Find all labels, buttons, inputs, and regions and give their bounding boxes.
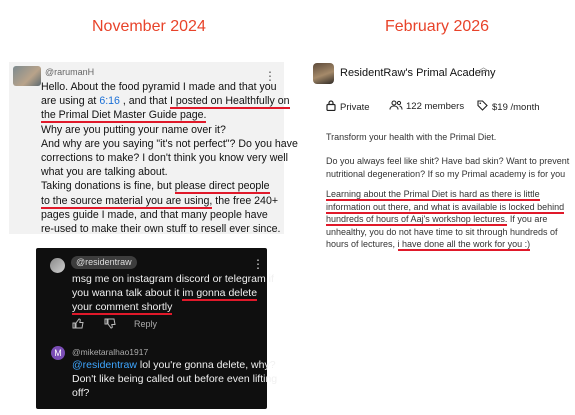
underlined-text: information out there, and what is avail…: [326, 201, 565, 214]
text-line: Don't like being called out before even …: [72, 372, 277, 386]
right-date-header: February 2026: [385, 18, 490, 35]
second-commenter-avatar[interactable]: M: [51, 346, 65, 360]
text-line: Do you always feel like shit? Have bad s…: [326, 155, 569, 168]
second-commenter-username[interactable]: @miketaralhao1917: [72, 347, 148, 357]
text-segment: Hello. About the food pyramid I made and…: [41, 81, 277, 93]
text-line: the Primal Diet Master Guide page.: [41, 108, 279, 124]
underlined-text: i have done all the work for you :): [397, 239, 531, 251]
text-line: your comment shortly: [72, 300, 257, 315]
text-line: @residentraw lol you're gonna delete, wh…: [72, 358, 276, 372]
underlined-text: im gonna delete: [182, 287, 258, 301]
commenter-username[interactable]: @rarumanH: [45, 67, 94, 77]
text-line: And why are you saying "it's not perfect…: [41, 137, 298, 151]
text-segment: Why are you putting your name over it?: [41, 123, 226, 136]
reply-button[interactable]: Reply: [134, 319, 157, 329]
text-segment: Do you always feel like shit? Have bad s…: [326, 156, 570, 166]
privacy-label: Private: [340, 102, 370, 113]
thumb-down-icon[interactable]: [104, 318, 116, 332]
text-segment: corrections to make? I don't think you k…: [41, 152, 288, 165]
text-segment: hours of lectures,: [326, 239, 398, 249]
text-line: Taking donations is fine, but please dir…: [41, 179, 279, 195]
price-info: $19 /month: [477, 100, 540, 113]
reply-avatar[interactable]: [50, 258, 65, 273]
text-line: Why are you putting your name over it?: [41, 123, 279, 137]
more-vert-icon[interactable]: ⋮: [252, 258, 264, 270]
text-line: nutritional degeneration? If so my Prima…: [326, 168, 565, 181]
text-segment: are using at: [41, 95, 100, 108]
comment-text: Hello. About the food pyramid I made and…: [41, 80, 298, 236]
text-segment: unhealthy, you do not have time to sit t…: [326, 226, 558, 237]
text-line: to the source material you are using, th…: [41, 194, 279, 209]
mention-link[interactable]: @residentraw: [72, 359, 137, 371]
text-segment: , and that: [119, 95, 170, 108]
second-comment-text: @residentraw lol you're gonna delete, wh…: [72, 358, 277, 400]
text-line: what you are talking about.: [41, 165, 279, 179]
text-segment: lol you're gonna delete, why?: [136, 359, 276, 371]
thumb-up-icon[interactable]: [72, 318, 84, 332]
underlined-text: hundreds of hours of Aaj's workshop lect…: [326, 214, 508, 226]
text-line: unhealthy, you do not have time to sit t…: [326, 226, 561, 239]
lock-icon: [326, 100, 336, 112]
timestamp-link[interactable]: 6:16: [99, 95, 120, 107]
community-question: Do you always feel like shit? Have bad s…: [326, 155, 569, 181]
underlined-text: please direct people: [174, 180, 270, 195]
text-line: pages guide I made, and that many people…: [41, 208, 279, 222]
text-segment: msg me on instagram discord or telegram …: [72, 273, 274, 285]
text-line: msg me on instagram discord or telegram …: [72, 272, 274, 286]
text-segment: off?: [72, 387, 90, 399]
members-info[interactable]: 122 members: [389, 100, 464, 112]
text-line: information out there, and what is avail…: [326, 201, 565, 214]
reply-username-badge[interactable]: @residentraw: [71, 256, 137, 269]
text-segment: Taking donations is fine, but: [41, 180, 175, 193]
text-line: Learning about the Primal Diet is hard a…: [326, 188, 561, 201]
text-line: hundreds of hours of Aaj's workshop lect…: [326, 213, 561, 226]
text-line: Hello. About the food pyramid I made and…: [41, 80, 279, 94]
text-segment: re-used to make their own stuff to resel…: [41, 223, 281, 236]
reply-text: msg me on instagram discord or telegram …: [72, 272, 274, 315]
underlined-text: your comment shortly: [72, 301, 173, 315]
text-segment: nutritional degeneration? If so my Prima…: [326, 168, 566, 179]
underlined-text: Learning about the Primal Diet is hard a…: [326, 189, 540, 201]
text-line: off?: [72, 386, 257, 400]
left-date-header: November 2024: [92, 18, 206, 35]
members-label: 122 members: [406, 101, 465, 112]
underlined-text: I posted on Healthfully on: [170, 95, 290, 110]
community-pitch: Learning about the Primal Diet is hard a…: [326, 188, 565, 251]
text-line: you wanna talk about it im gonna delete: [72, 286, 258, 301]
privacy-info: Private: [326, 100, 370, 113]
community-tagline: Transform your health with the Primal Di…: [326, 132, 497, 142]
community-name[interactable]: ResidentRaw's Primal Academy: [340, 67, 496, 79]
text-segment: Don't like being called out before even …: [72, 373, 278, 385]
underlined-text: the Primal Diet Master Guide page.: [41, 109, 207, 124]
text-segment: you wanna talk about it: [72, 287, 183, 299]
text-line: are using at 6:16 , and that I posted on…: [41, 94, 290, 110]
unfold-icon[interactable]: ︿ ﹀: [479, 63, 488, 80]
commenter-avatar[interactable]: [13, 66, 41, 86]
text-segment: what you are talking about.: [41, 166, 168, 179]
underlined-text: to the source material you are using,: [41, 194, 213, 209]
text-line: re-used to make their own stuff to resel…: [41, 222, 281, 236]
text-segment: pages guide I made, and that many people…: [41, 208, 268, 221]
text-line: corrections to make? I don't think you k…: [41, 151, 288, 165]
price-label: $19 /month: [492, 102, 540, 113]
text-segment: And why are you saying "it's not perfect…: [41, 137, 298, 150]
text-segment: the free 240+: [212, 194, 279, 207]
text-segment: If you are: [507, 214, 548, 224]
community-icon[interactable]: [313, 63, 334, 84]
people-icon: [389, 100, 403, 110]
tag-icon: [477, 100, 488, 111]
text-line: hours of lectures, i have done all the w…: [326, 238, 561, 251]
